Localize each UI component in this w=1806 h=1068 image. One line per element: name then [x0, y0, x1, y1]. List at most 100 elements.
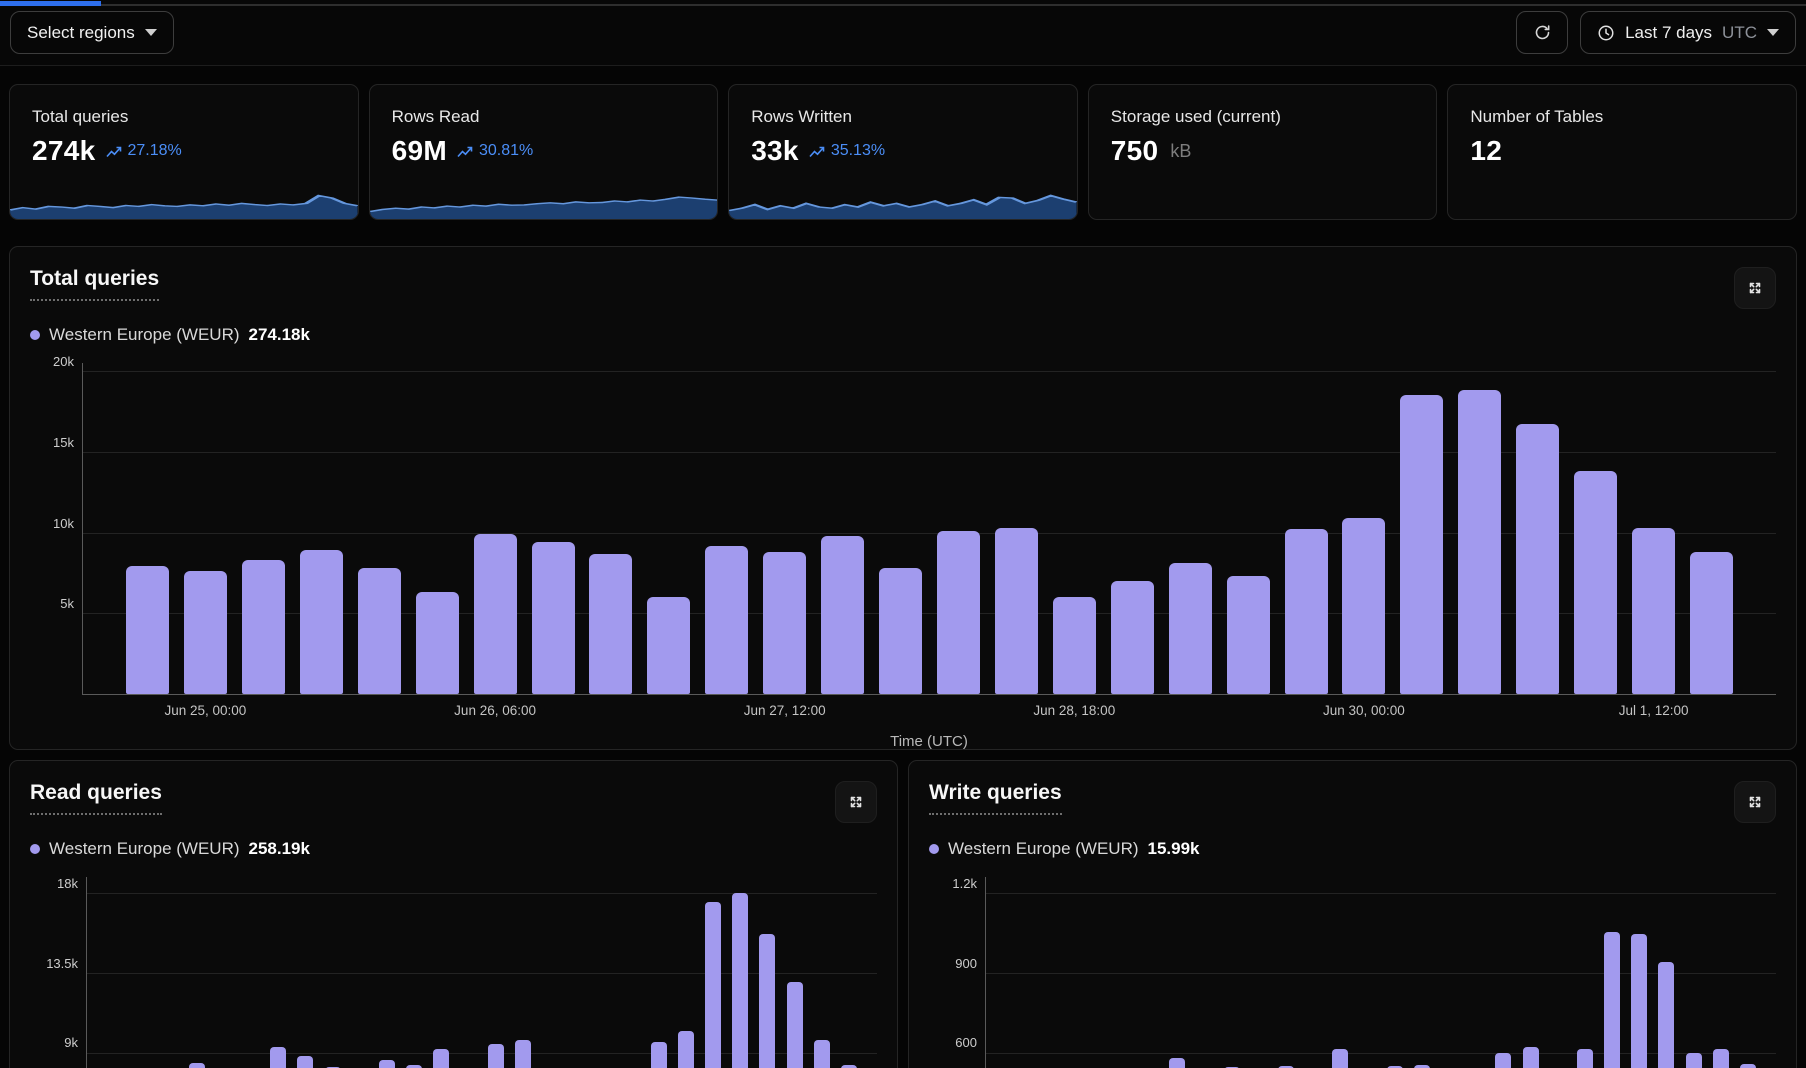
bar	[514, 1040, 531, 1068]
bar	[378, 1059, 395, 1068]
x-axis-tick-label: Jun 28, 18:00	[1033, 703, 1116, 718]
bar	[1516, 424, 1560, 694]
y-axis-tick-label: 5k	[60, 596, 74, 612]
bar	[1226, 576, 1270, 694]
bar	[297, 1056, 314, 1068]
bar	[677, 1031, 694, 1068]
stat-title: Rows Written	[751, 107, 852, 126]
bar	[732, 893, 749, 1068]
loading-progress-track	[0, 4, 1806, 6]
trend-value: 30.81%	[478, 142, 534, 159]
chart-title-total-queries: Total queries	[30, 267, 160, 301]
bar	[1522, 1047, 1539, 1068]
bar	[647, 597, 691, 694]
sparkline-chart	[10, 194, 358, 219]
y-axis-tick-label: 10k	[53, 515, 74, 531]
chart-title-write-queries: Write queries	[929, 781, 1062, 815]
x-axis-tick-label: Jun 27, 12:00	[743, 703, 826, 718]
bar	[705, 545, 749, 694]
time-range-dropdown[interactable]: Last 7 days UTC	[1580, 11, 1796, 54]
bar	[188, 1063, 205, 1068]
time-range-timezone: UTC	[1722, 22, 1757, 42]
bar	[1576, 1049, 1593, 1068]
clock-icon	[1598, 25, 1614, 40]
sparkline-chart	[369, 196, 718, 219]
legend-label: Western Europe (WEUR)	[49, 325, 240, 344]
x-axis-tick-label: Jun 26, 06:00	[454, 703, 537, 718]
stat-value: 33k	[751, 135, 799, 166]
y-axis-tick-label: 1.2k	[952, 875, 977, 891]
bar	[759, 933, 776, 1068]
stat-value: 12	[1470, 135, 1503, 166]
legend-label: Western Europe (WEUR)	[948, 839, 1139, 858]
expand-icon	[1749, 282, 1761, 294]
legend-value: 274.18k	[248, 325, 310, 344]
bar	[1169, 1057, 1186, 1068]
expand-icon	[1749, 796, 1761, 808]
stat-card-row: Total queries 274k 27.18% Rows Read 69M	[9, 84, 1797, 220]
refresh-button[interactable]	[1516, 11, 1569, 54]
bar	[1168, 563, 1212, 694]
y-axis-tick-label: 20k	[53, 354, 74, 370]
region-selector-dropdown[interactable]: Select regions	[10, 11, 174, 54]
y-axis-tick-label: 600	[955, 1035, 977, 1051]
bar	[415, 592, 459, 694]
bottom-chart-row: Read queries Western Europe (WEUR) 258.1…	[9, 760, 1797, 1068]
bar	[1632, 527, 1676, 694]
stat-card-rows-written: Rows Written 33k 35.13%	[728, 84, 1078, 220]
sparkline-chart	[729, 194, 1077, 219]
bar-chart-plot-read-queries: 18k 13.5k 9k	[46, 877, 877, 1068]
trend-value: 27.18%	[127, 142, 182, 159]
bar	[473, 534, 517, 694]
gridline	[83, 371, 1776, 373]
bar	[650, 1041, 667, 1068]
expand-chart-button[interactable]	[1734, 267, 1776, 309]
bar	[821, 535, 865, 694]
bar	[1110, 581, 1154, 694]
x-axis-tick-label: Jun 25, 00:00	[164, 703, 247, 718]
stat-title: Rows Read	[391, 107, 480, 126]
trend-badge: 27.18%	[105, 142, 182, 160]
legend-color-dot	[929, 844, 939, 854]
bar	[1284, 529, 1328, 694]
x-axis-tick-label: Jun 30, 00:00	[1322, 703, 1405, 718]
legend-item-weur[interactable]: Western Europe (WEUR) 258.19k	[30, 839, 310, 859]
refresh-icon	[1535, 25, 1550, 40]
trending-up-icon	[809, 146, 825, 157]
legend-label: Western Europe (WEUR)	[49, 839, 240, 858]
chevron-down-icon	[1767, 29, 1779, 36]
bar	[1690, 551, 1733, 694]
bar	[937, 530, 980, 694]
bar	[879, 568, 922, 694]
expand-chart-button[interactable]	[835, 781, 877, 823]
bar	[1495, 1052, 1512, 1068]
expand-chart-button[interactable]	[1734, 781, 1776, 823]
write-queries-chart-card: Write queries Western Europe (WEUR) 15.9…	[908, 760, 1797, 1068]
legend-color-dot	[30, 844, 40, 854]
stat-value: 750	[1110, 135, 1159, 166]
legend-item-weur[interactable]: Western Europe (WEUR) 15.99k	[929, 839, 1200, 859]
y-axis-tick-label: 13.5k	[46, 955, 78, 971]
trending-up-icon	[457, 146, 473, 157]
stat-unit: kB	[1170, 140, 1192, 161]
bar	[1342, 518, 1386, 694]
trend-value: 35.13%	[830, 142, 886, 159]
region-selector-label: Select regions	[27, 22, 135, 42]
gridline	[87, 893, 877, 894]
y-axis-tick-label: 9k	[64, 1035, 78, 1051]
bar	[1604, 931, 1621, 1068]
legend-item-weur[interactable]: Western Europe (WEUR) 274.18k	[30, 325, 310, 345]
bar	[1052, 597, 1096, 694]
read-queries-chart-card: Read queries Western Europe (WEUR) 258.1…	[9, 760, 898, 1068]
bar-chart-plot-write-queries: 1.2k 900 600	[952, 877, 1776, 1068]
bar	[183, 571, 227, 694]
bar	[1740, 1063, 1756, 1068]
legend-value: 15.99k	[1147, 839, 1200, 858]
legend-value: 258.19k	[248, 839, 310, 858]
bar	[1685, 1052, 1702, 1068]
gridline	[986, 893, 1776, 894]
bar	[1574, 471, 1618, 694]
stat-value: 274k	[32, 135, 96, 166]
bar	[1712, 1048, 1729, 1068]
bar	[487, 1043, 504, 1068]
